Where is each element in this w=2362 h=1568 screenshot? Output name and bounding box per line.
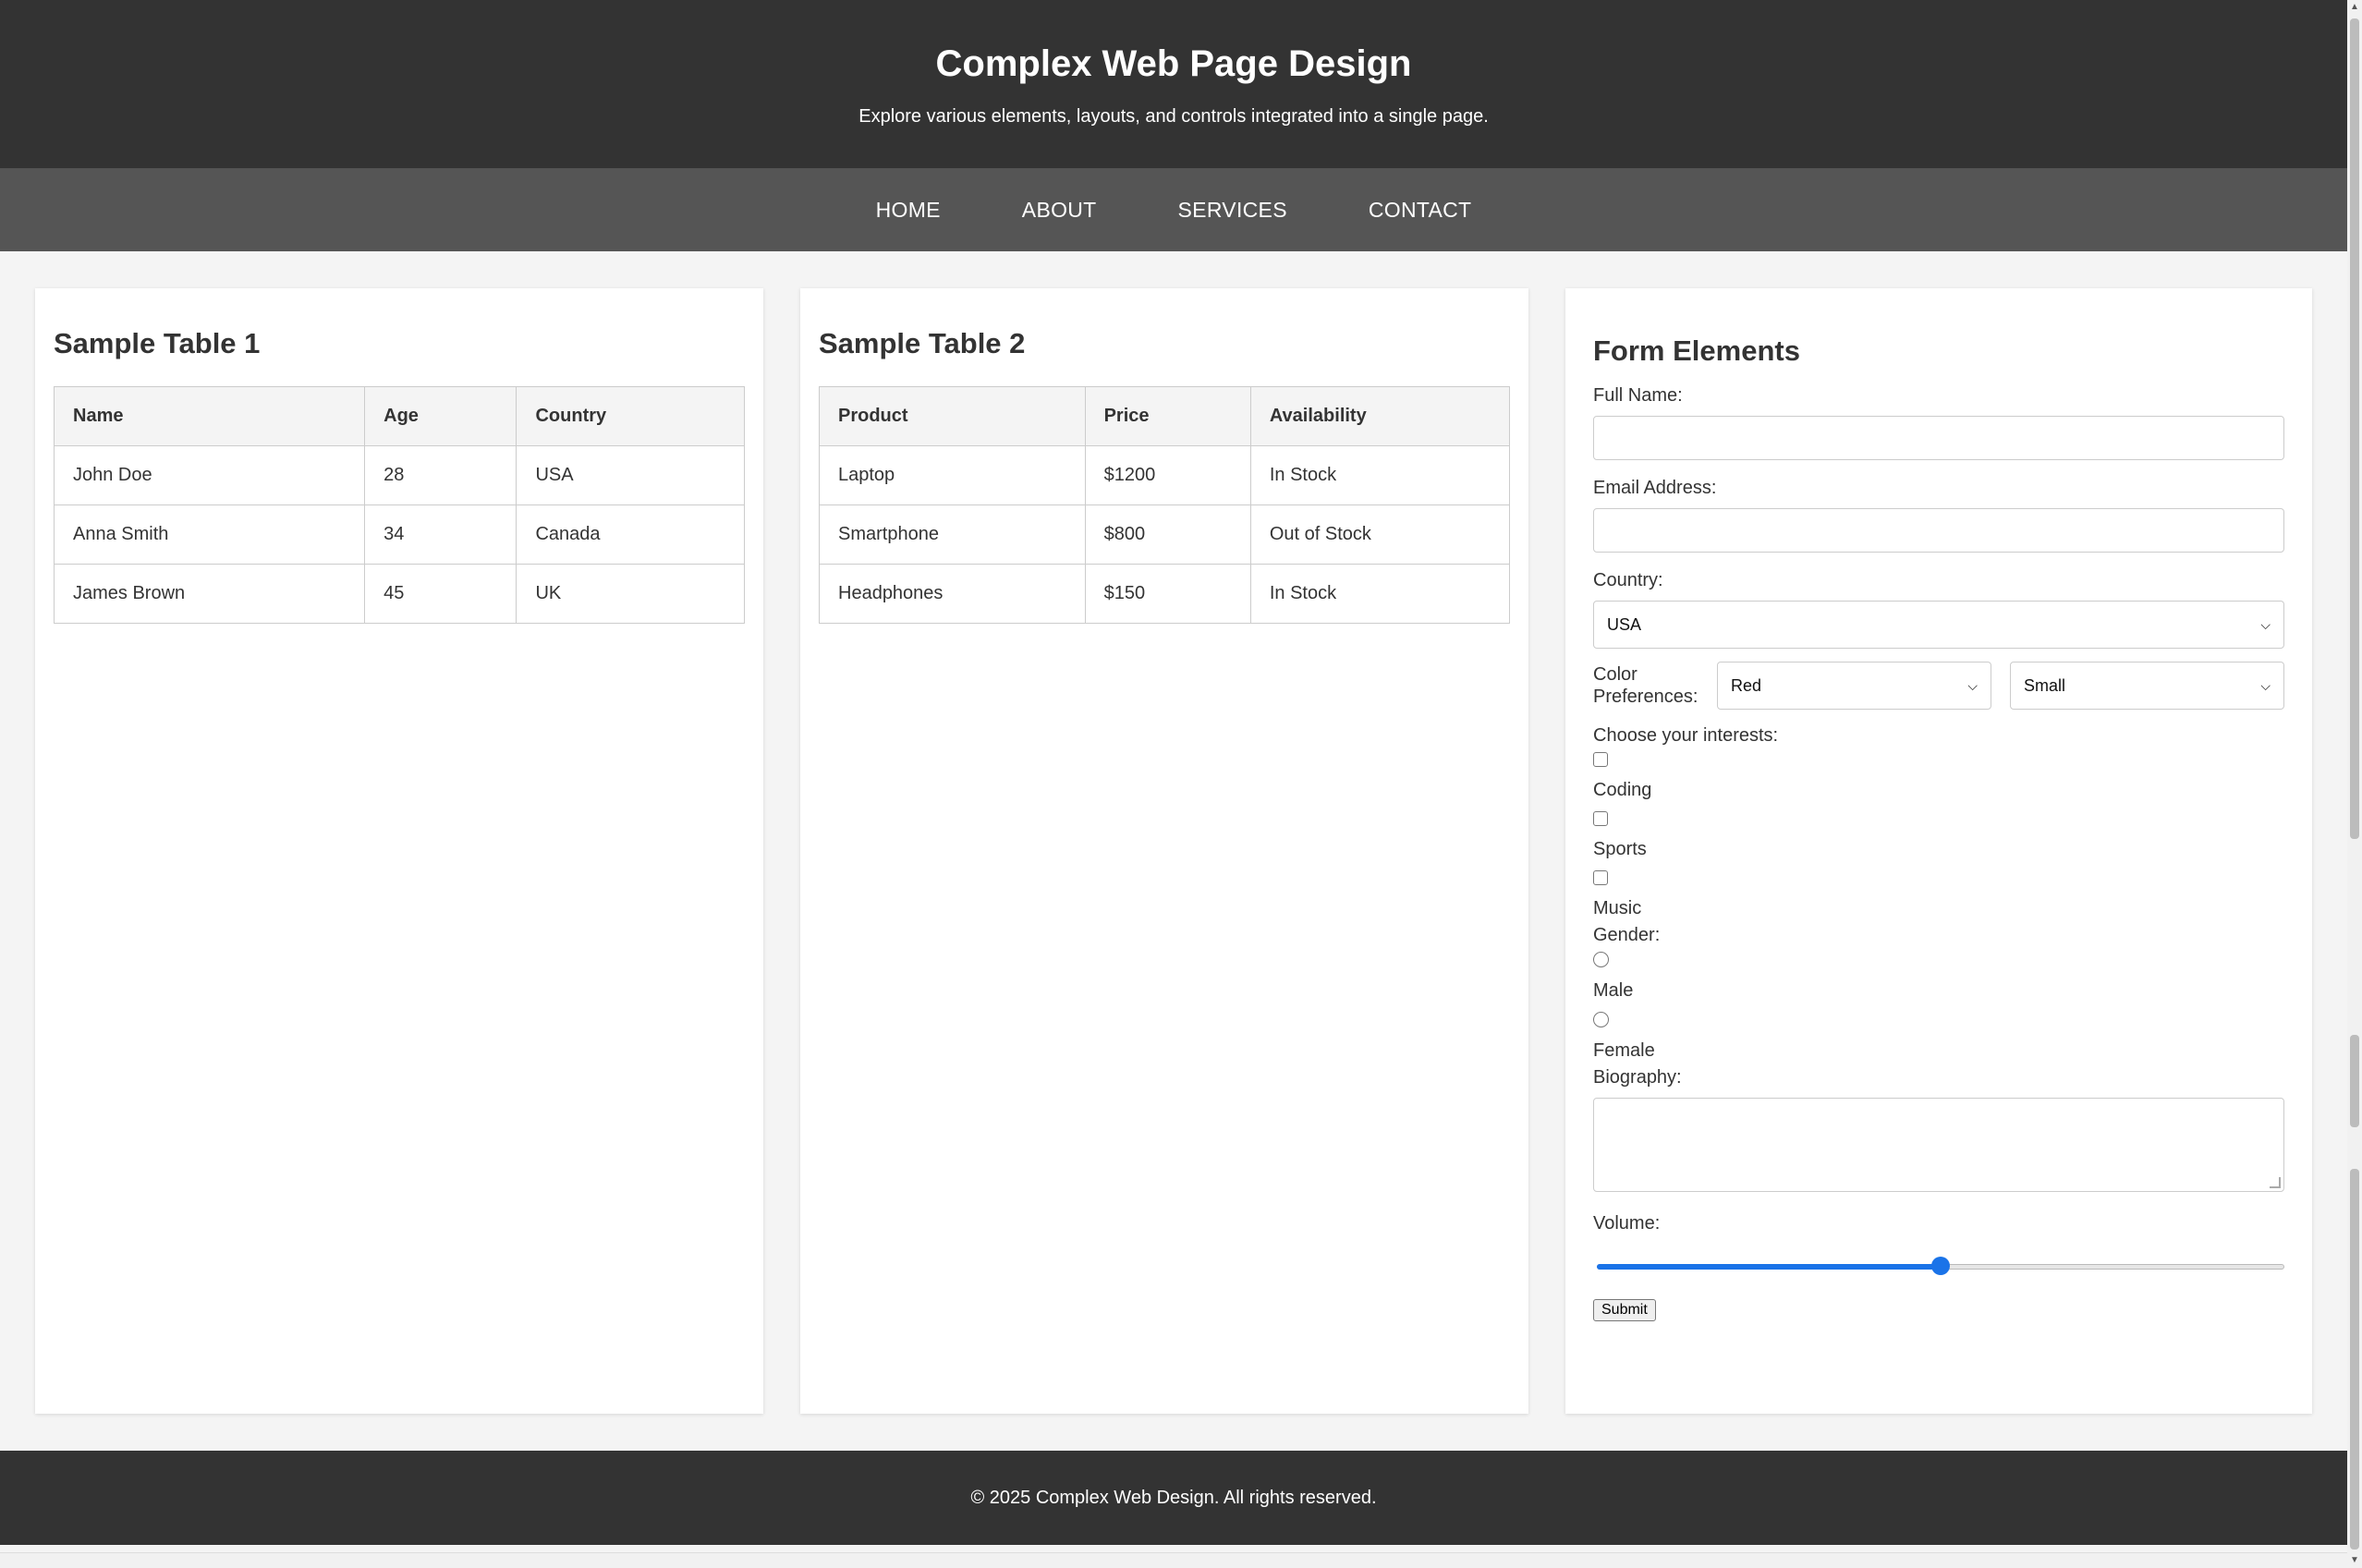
table-row: Laptop $1200 In Stock [819, 445, 1511, 505]
color-select-value: Red [1731, 675, 1762, 695]
table2-card: Sample Table 2 Product Price Availabilit… [800, 288, 1528, 1414]
table1-title: Sample Table 1 [54, 327, 261, 359]
page-subtitle: Explore various elements, layouts, and c… [858, 106, 1489, 127]
country-select-value: USA [1607, 614, 1642, 634]
table-cell: USA [516, 445, 745, 505]
site-header: Complex Web Page Design Explore various … [0, 0, 2347, 168]
table1-header-age: Age [364, 386, 517, 446]
table-row: John Doe 28 USA [53, 445, 745, 505]
size-select-value: Small [2024, 675, 2066, 695]
table-cell: In Stock [1249, 564, 1511, 624]
form-title: Form Elements [1593, 334, 1800, 367]
female-radio[interactable] [1593, 1012, 1609, 1027]
main-content: Sample Table 1 Name Age Country John Doe… [0, 251, 2347, 1451]
table-row: Headphones $150 In Stock [819, 564, 1511, 624]
table1-header-name: Name [53, 386, 366, 446]
country-select[interactable]: USA ⌵ [1593, 601, 2284, 649]
table1-header-country: Country [516, 386, 745, 446]
male-radio[interactable] [1593, 952, 1609, 967]
table-cell: 28 [364, 445, 517, 505]
table2: Product Price Availability Laptop $1200 … [819, 386, 1511, 624]
table-row: Smartphone $800 Out of Stock [819, 504, 1511, 565]
page: Complex Web Page Design Explore various … [0, 0, 2347, 1545]
scrollbar-thumb-lower[interactable] [2350, 1169, 2359, 1550]
email-input[interactable] [1593, 508, 2284, 553]
table-cell: UK [516, 564, 745, 624]
resize-grip-icon[interactable] [2270, 1177, 2281, 1188]
table2-header-price: Price [1084, 386, 1251, 446]
volume-slider-fill [1597, 1264, 1941, 1270]
table-row: James Brown 45 UK [53, 564, 745, 624]
table-cell: Headphones [819, 564, 1086, 624]
gender-label: Gender: [1593, 925, 1661, 945]
biography-label: Biography: [1593, 1067, 1682, 1088]
page-title: Complex Web Page Design [935, 43, 1412, 84]
table-cell: James Brown [53, 564, 366, 624]
table2-header-availability: Availability [1249, 386, 1511, 446]
scroll-up-icon[interactable]: ▲ [2347, 0, 2362, 15]
table-header-row: Product Price Availability [819, 386, 1511, 446]
size-select[interactable]: Small ⌵ [2010, 662, 2284, 710]
table-row: Anna Smith 34 Canada [53, 504, 745, 565]
table-cell: Out of Stock [1249, 504, 1511, 565]
table1-card: Sample Table 1 Name Age Country John Doe… [35, 288, 763, 1414]
music-label: Music [1593, 898, 1642, 918]
form-card: Form Elements Full Name: Email Address: … [1565, 288, 2312, 1414]
table-cell: Laptop [819, 445, 1086, 505]
table-header-row: Name Age Country [53, 386, 745, 446]
biography-textarea[interactable] [1593, 1098, 2284, 1192]
submit-button[interactable]: Submit [1593, 1299, 1656, 1321]
chevron-down-icon: ⌵ [1967, 677, 1978, 693]
table-cell: Smartphone [819, 504, 1086, 565]
volume-label: Volume: [1593, 1213, 1661, 1234]
chevron-down-icon: ⌵ [2260, 616, 2271, 632]
coding-checkbox[interactable] [1593, 752, 1608, 767]
scrollbar-thumb-secondary[interactable] [2350, 1035, 2359, 1127]
sports-checkbox[interactable] [1593, 811, 1608, 826]
color-preferences-label: Color Preferences: [1593, 664, 1698, 707]
nav-home-link[interactable]: HOME [876, 198, 941, 223]
table2-header-product: Product [819, 386, 1086, 446]
scrollbar-thumb[interactable] [2350, 18, 2359, 839]
table-cell: $1200 [1084, 445, 1251, 505]
email-label: Email Address: [1593, 478, 1717, 498]
nav-services-link[interactable]: SERVICES [1178, 198, 1287, 223]
main-nav: HOME ABOUT SERVICES CONTACT [0, 168, 2347, 251]
country-label: Country: [1593, 570, 1663, 590]
coding-label: Coding [1593, 780, 1652, 800]
chevron-down-icon: ⌵ [2260, 677, 2271, 693]
music-checkbox[interactable] [1593, 870, 1608, 885]
site-footer: © 2025 Complex Web Design. All rights re… [0, 1451, 2347, 1545]
full-name-input[interactable] [1593, 416, 2284, 460]
male-label: Male [1593, 980, 1634, 1001]
table-cell: $150 [1084, 564, 1251, 624]
volume-slider[interactable] [1593, 1253, 2284, 1279]
table-cell: 45 [364, 564, 517, 624]
table-cell: 34 [364, 504, 517, 565]
table-cell: In Stock [1249, 445, 1511, 505]
interests-label: Choose your interests: [1593, 725, 1779, 746]
color-select[interactable]: Red ⌵ [1717, 662, 1991, 710]
nav-about-link[interactable]: ABOUT [1022, 198, 1097, 223]
nav-contact-link[interactable]: CONTACT [1369, 198, 1472, 223]
scroll-down-icon[interactable]: ▼ [2347, 1553, 2362, 1568]
full-name-label: Full Name: [1593, 385, 1683, 406]
table-cell: Canada [516, 504, 745, 565]
vertical-scrollbar[interactable]: ▲ ▼ [2347, 0, 2362, 1568]
volume-slider-thumb[interactable] [1931, 1257, 1950, 1275]
sports-label: Sports [1593, 839, 1647, 859]
table1: Name Age Country John Doe 28 USA Anna Sm… [53, 386, 745, 624]
table-cell: Anna Smith [53, 504, 366, 565]
table-cell: $800 [1084, 504, 1251, 565]
color-preferences-row: Color Preferences: Red ⌵ Small ⌵ [1593, 662, 2284, 710]
table2-title: Sample Table 2 [819, 327, 1026, 359]
footer-text: © 2025 Complex Web Design. All rights re… [970, 1487, 1377, 1508]
horizontal-scrollbar[interactable] [0, 1552, 2347, 1568]
female-label: Female [1593, 1040, 1655, 1061]
table-cell: John Doe [53, 445, 366, 505]
